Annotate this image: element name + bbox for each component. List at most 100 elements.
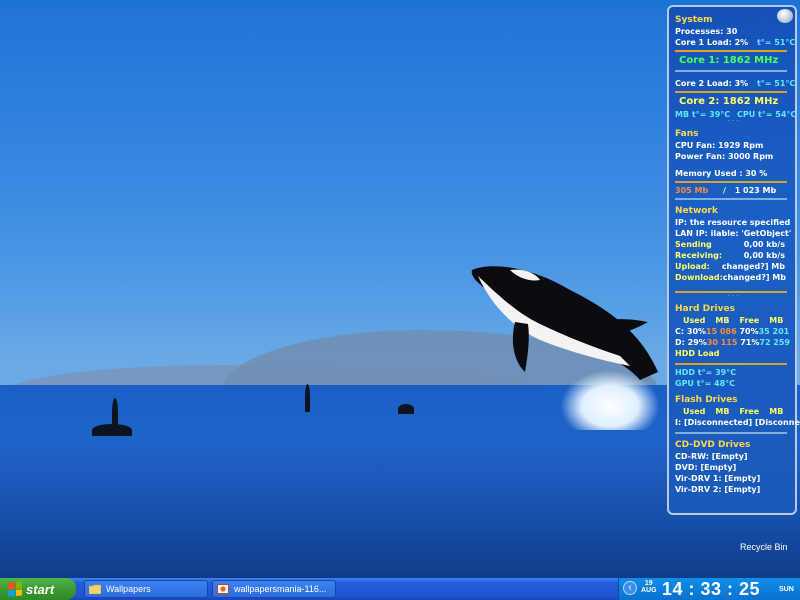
memory-amount-row: 305 Mb / 1 023 Mb [675,185,791,196]
core2-temp: t°= 51°C [756,79,796,88]
task-browser[interactable]: wallpapersmania-116... [212,580,336,598]
memory-used: Memory Used : 30 % [675,169,768,178]
task-wallpapers-label: Wallpapers [106,584,151,594]
download-row: Download: changed?] Mb [675,272,791,283]
power-fan: Power Fan: 3000 Rpm [675,152,774,161]
drive-d-free-mb: 72 259 [759,338,790,347]
cd-dvd-section-title: CD-DVD Drives [675,440,751,450]
drive-c-letter: C: [675,327,685,336]
drive-d-used-mb: 30 115 [706,338,738,347]
cpu-temp: CPU t°= 54°C [736,110,797,119]
system-monitor-gadget: System Processes: 30 Core 1 Load: 2% t°=… [667,5,800,515]
receiving-row: Receiving: 0,00 kb/s [675,250,791,261]
receiving-label: Receiving: [675,251,723,260]
gadget-settings-icon[interactable] [777,9,793,23]
flash-drive-used: [Disconnected] [683,418,753,427]
separator-dots: · · · [727,117,739,125]
tray-month: AUG [641,587,657,594]
system-section-title: System [675,15,713,25]
memory-graph-line [675,198,787,200]
core1-load-bar [675,50,787,52]
drive-c-free-pct: 70% [739,327,759,336]
sending-label: Sending [675,240,712,249]
start-button[interactable]: start [0,578,76,600]
flash-drive-row: I: [Disconnected] [Disconnected] [675,417,800,428]
flash-header-mb: MB [715,407,730,416]
upload-value: changed?] Mb [721,262,785,271]
browser-icon [217,584,229,594]
drive-c-free-mb: 35 201 [758,327,790,336]
mb-temp: MB t°= 39°C [675,110,731,119]
taskbar: start Wallpapers wallpapersmania-116... … [0,578,800,600]
windows-logo-icon [8,581,22,597]
network-lan-ip: LAN IP: ilable: 'GetObject' [675,229,792,238]
flash-header-row: Used MB Free MB [675,406,791,417]
memory-slash: / [722,186,726,195]
flash-graph-line [675,432,787,434]
network-dots: · · · [727,292,739,300]
tray-expand-icon[interactable]: ‹ [623,581,637,595]
sending-row: Sending 0,00 kb/s [675,239,791,250]
network-section-title: Network [675,206,718,216]
core2-load: Core 2 Load: 3% [675,79,749,88]
hard-drives-section-title: Hard Drives [675,304,735,314]
core1-frequency: Core 1: 1862 MHz [679,55,779,66]
jumping-orca [471,266,658,380]
cd-drive-item: DVD: [Empty] [675,463,737,472]
sending-value: 0,00 kb/s [743,240,785,249]
core1-load: Core 1 Load: 2% [675,38,749,47]
drive-d-free-pct: 71% [740,338,760,347]
fans-section-title: Fans [675,129,699,139]
task-browser-label: wallpapersmania-116... [234,584,327,594]
hdd-header-row: Used MB Free MB [675,315,791,326]
upload-label: Upload: [675,262,710,271]
core2-load-bar [675,91,787,93]
core1-graph-line [675,70,787,72]
drive-c-used-mb: 15 086 [706,327,737,336]
memory-total-mb: 1 023 Mb [734,186,777,195]
download-value: changed?] Mb [722,273,786,282]
tray-date: 19 AUG [641,580,657,594]
core1-temp: t°= 51°C [756,38,796,47]
drive-d-row: D: 29%30 115 71%72 259 [675,337,791,348]
processes-count: Processes: 30 [675,27,738,36]
flash-drive-letter: I: [675,418,682,427]
network-ip: IP: the resource specified [675,218,791,227]
orca-fin-2 [305,384,310,412]
upload-row: Upload: changed?] Mb [675,261,791,272]
hdd-load: HDD Load [675,349,720,358]
hdd-temp: HDD t°= 39°C [675,368,737,377]
tray-weekday: SUN [779,586,794,593]
cpu-fan: CPU Fan: 1929 Rpm [675,141,764,150]
cd-drive-item: Vir-DRV 2: [Empty] [675,485,761,494]
receiving-value: 0,00 kb/s [743,251,785,260]
system-tray: ‹ 19 AUG 14 : 33 : 25 SUN [618,578,800,600]
drive-d-used-pct: 29% [687,338,707,347]
hdd-header-used: Used [683,316,706,325]
hdd-header-mb: MB [715,316,730,325]
flash-drives-section-title: Flash Drives [675,395,738,405]
task-wallpapers[interactable]: Wallpapers [84,580,208,598]
drive-c-used-pct: 30% [686,327,707,336]
orca-back-1 [92,424,132,436]
hdd-load-bar [675,363,787,365]
drive-c-row: C: 30%15 086 70%35 201 [675,326,791,337]
tray-clock[interactable]: 14 : 33 : 25 [662,579,760,600]
gpu-temp: GPU t°= 48°C [675,379,736,388]
memory-bar [675,181,787,183]
core1-load-row: Core 1 Load: 2% t°= 51°C [675,37,795,48]
core2-load-row: Core 2 Load: 3% t°= 51°C [675,78,795,89]
core2-frequency: Core 2: 1862 MHz [679,96,779,107]
memory-used-mb: 305 Mb [675,186,709,195]
orca-fin-3 [398,404,414,414]
start-label: start [26,581,55,597]
cd-drive-item: Vir-DRV 1: [Empty] [675,474,761,483]
flash-drive-free: [Disconnected] [755,418,800,427]
flash-header-used: Used [683,407,706,416]
download-label: Download: [675,273,723,282]
flash-header-free: Free [739,407,760,416]
flash-header-mb2: MB [769,407,784,416]
tray-day-number: 19 [644,580,653,587]
drive-d-letter: D: [675,338,685,347]
recycle-bin-label[interactable]: Recycle Bin [740,542,788,552]
